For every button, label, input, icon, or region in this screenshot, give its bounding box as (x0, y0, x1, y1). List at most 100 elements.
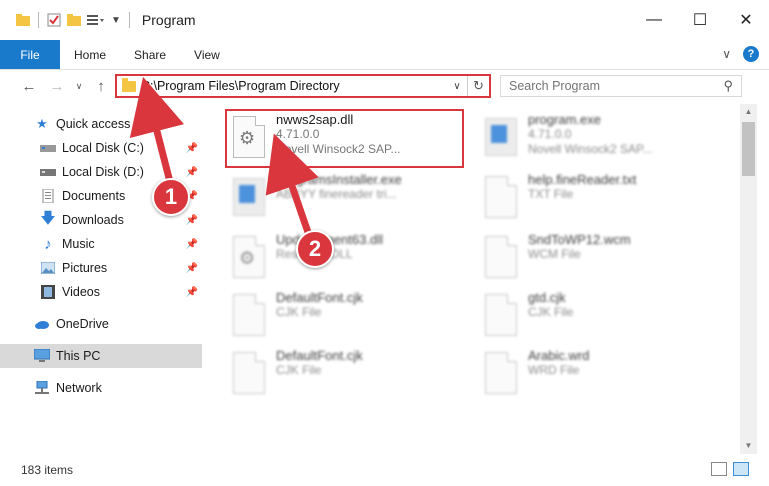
sidebar-item-music[interactable]: ♪ Music 📌 (0, 232, 202, 256)
pictures-icon (40, 261, 56, 275)
sidebar-item-label: OneDrive (56, 317, 109, 331)
file-item[interactable]: program.exe 4.71.0.0 Novell Winsock2 SAP… (482, 112, 722, 170)
close-button[interactable]: ✕ (723, 0, 769, 40)
sidebar-item-label: This PC (56, 349, 101, 363)
dll-gear-icon: ⚙ (230, 234, 268, 282)
search-input[interactable] (509, 79, 724, 93)
pin-icon[interactable]: 📌 (186, 263, 198, 274)
up-arrow-icon[interactable]: ↑ (88, 78, 114, 95)
file-name: SndToWP12.wcm (528, 232, 631, 247)
scroll-thumb[interactable] (742, 122, 755, 176)
sidebar-item-label: Videos (62, 285, 100, 299)
drive-icon (40, 165, 56, 179)
pin-icon[interactable]: 📌 (186, 167, 198, 178)
exe-icon (482, 114, 520, 162)
sidebar-item-network[interactable]: Network (0, 376, 202, 400)
maximize-button[interactable]: ☐ (677, 0, 723, 40)
file-name: gtd.cjk (528, 290, 566, 305)
file-name: program.exe (528, 112, 601, 127)
sidebar-item-pictures[interactable]: Pictures 📌 (0, 256, 202, 280)
file-name: ProgramsInstaller.exe (276, 172, 402, 187)
address-dropdown-icon[interactable]: ∨ (447, 81, 467, 92)
pin-icon[interactable]: 📌 (186, 215, 198, 226)
file-icon (482, 234, 520, 282)
sidebar-item-label: Network (56, 381, 102, 395)
sidebar-item-local-disk-c[interactable]: Local Disk (C:) 📌 (0, 136, 202, 160)
expand-ribbon-icon[interactable]: ∨ (722, 47, 731, 61)
file-item[interactable]: ProgramsInstaller.exe ABBYY finereader t… (230, 172, 470, 230)
sidebar-item-label: Pictures (62, 261, 108, 275)
toolbar-separator (128, 12, 130, 28)
file-item[interactable]: ⚙ UpdateAgent63.dll Resource DLL (230, 232, 470, 290)
file-type: CJK File (276, 363, 322, 377)
help-icon[interactable]: ? (743, 46, 759, 62)
sidebar-item-label: Music (62, 237, 95, 251)
folder-icon (16, 14, 30, 26)
sidebar-item-label: Local Disk (D:) (62, 165, 144, 179)
ribbon-tabs: File Home Share View ∨ ? (0, 40, 769, 70)
sidebar-item-this-pc[interactable]: This PC (0, 344, 202, 368)
search-box[interactable]: ⚲ (500, 75, 742, 97)
file-item[interactable]: gtd.cjk CJK File (482, 290, 722, 348)
file-type: CJK File (528, 305, 574, 319)
file-type: WRD File (528, 363, 580, 377)
tab-view[interactable]: View (180, 40, 234, 69)
file-item[interactable]: DefaultFont.cjk CJK File (230, 348, 470, 406)
sidebar-item-label: Downloads (62, 213, 124, 227)
sidebar-item-onedrive[interactable]: OneDrive (0, 312, 202, 336)
address-path[interactable]: C:\Program Files\Program Directory (141, 79, 447, 93)
file-item[interactable]: Arabic.wrd WRD File (482, 348, 722, 406)
file-type: TXT File (528, 187, 574, 201)
ribbon-right: ∨ ? (722, 46, 759, 62)
network-icon (34, 381, 50, 395)
customize-icon[interactable] (87, 14, 105, 26)
file-item[interactable]: DefaultFont.cjk CJK File (230, 290, 470, 348)
step-2-badge: 2 (296, 230, 334, 268)
minimize-button[interactable]: — (631, 0, 677, 40)
refresh-icon[interactable]: ↻ (467, 76, 489, 96)
file-icon (230, 350, 268, 398)
cloud-icon (34, 317, 50, 331)
tab-share[interactable]: Share (120, 40, 180, 69)
sidebar-item-videos[interactable]: Videos 📌 (0, 280, 202, 304)
vertical-scrollbar[interactable]: ▲ ▼ (740, 104, 757, 454)
file-type: WCM File (528, 247, 581, 261)
window-controls: — ☐ ✕ (631, 0, 769, 40)
large-icons-view-icon[interactable] (733, 462, 749, 476)
file-name: Arabic.wrd (528, 348, 590, 363)
sidebar-item-label: Local Disk (C:) (62, 141, 144, 155)
drive-icon (40, 141, 56, 155)
qat-dropdown-icon[interactable]: ▼ (111, 15, 121, 26)
pin-icon[interactable]: 📌 (186, 239, 198, 250)
file-name: DefaultFont.cjk (276, 290, 363, 305)
tab-file[interactable]: File (0, 40, 60, 69)
sidebar-item-quick-access[interactable]: ★ Quick access (0, 112, 202, 136)
step-1-badge: 1 (152, 178, 190, 216)
details-view-icon[interactable] (711, 462, 727, 476)
scroll-up-icon[interactable]: ▲ (740, 104, 757, 120)
sidebar-item-label: Documents (62, 189, 126, 203)
navigation-pane: ★ Quick access Local Disk (C:) 📌 Local D… (0, 104, 206, 450)
download-icon: 🡇 (40, 209, 56, 227)
file-item[interactable]: help.fineReader.txt TXT File (482, 172, 722, 230)
properties-icon[interactable] (47, 13, 61, 27)
back-arrow-icon[interactable]: ← (16, 78, 42, 95)
new-folder-icon[interactable] (67, 14, 81, 26)
sidebar-item-label: Quick access (56, 117, 131, 131)
view-switcher (711, 462, 749, 476)
music-icon: ♪ (44, 235, 52, 253)
window-title: Program (141, 12, 196, 28)
pin-icon[interactable]: 📌 (186, 287, 198, 298)
file-name: DefaultFont.cjk (276, 348, 363, 363)
pin-icon[interactable]: 📌 (186, 143, 198, 154)
file-icon (230, 292, 268, 340)
file-item[interactable]: SndToWP12.wcm WCM File (482, 232, 722, 290)
star-icon: ★ (36, 116, 48, 131)
navigation-bar: ← → ∨ ↑ C:\Program Files\Program Directo… (0, 70, 769, 102)
documents-icon (40, 189, 56, 203)
address-bar[interactable]: C:\Program Files\Program Directory ∨ ↻ (115, 74, 491, 98)
scroll-down-icon[interactable]: ▼ (740, 438, 757, 454)
search-icon[interactable]: ⚲ (723, 78, 733, 94)
tab-home[interactable]: Home (60, 40, 120, 69)
file-description: Novell Winsock2 SAP... (528, 142, 653, 156)
